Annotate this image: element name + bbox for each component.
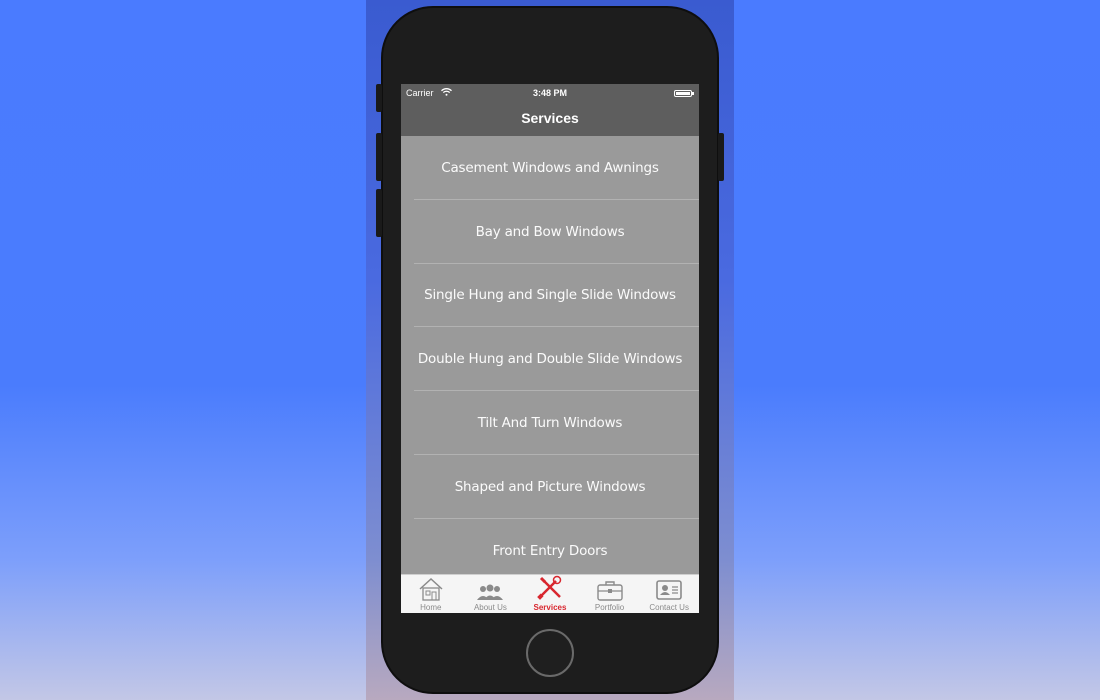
list-item-label: Double Hung and Double Slide Windows [417,351,683,368]
people-icon [461,575,521,601]
list-item-label: Shaped and Picture Windows [454,478,646,495]
home-button[interactable] [526,629,574,677]
list-item[interactable]: Double Hung and Double Slide Windows [401,327,699,391]
list-item[interactable]: Casement Windows and Awnings [401,136,699,200]
tab-services[interactable]: Services [520,575,580,613]
list-item[interactable]: Shaped and Picture Windows [401,455,699,519]
tab-label: Contact Us [649,603,689,612]
tab-label: Home [420,603,442,612]
navigation-bar: Carrier 3:48 PM Services [401,84,699,136]
clock: 3:48 PM [532,88,567,98]
tools-icon [520,575,580,601]
house-icon [401,575,461,601]
tab-portfolio[interactable]: Portfolio [580,575,640,613]
briefcase-icon [580,575,640,601]
battery-icon [674,90,694,97]
list-item-label: Single Hung and Single Slide Windows [424,287,676,304]
contact-card-icon [639,575,699,601]
status-bar: Carrier 3:48 PM [401,87,699,101]
list-item-label: Bay and Bow Windows [475,223,625,240]
services-list: Casement Windows and Awnings Bay and Bow… [401,136,699,574]
tab-label: Services [533,603,567,612]
list-item[interactable]: Single Hung and Single Slide Windows [401,264,699,328]
tab-contact-us[interactable]: Contact Us [639,575,699,613]
tab-about-us[interactable]: About Us [461,575,521,613]
list-item[interactable]: Bay and Bow Windows [401,200,699,264]
tab-bar: Home About Us Services Portfolio Contact… [401,574,699,613]
page-title: Services [521,110,579,126]
app-screen: Carrier 3:48 PM Services Casement Window… [401,84,699,613]
tab-label: Portfolio [594,603,625,612]
list-item-label: Front Entry Doors [492,542,608,559]
tab-home[interactable]: Home [401,575,461,613]
mute-switch [376,84,382,112]
list-item-label: Casement Windows and Awnings [441,159,659,176]
list-item[interactable]: Front Entry Doors [401,519,699,574]
volume-up-button [376,133,382,181]
list-item-label: Tilt And Turn Windows [477,415,623,432]
power-button [718,133,724,181]
volume-down-button [376,189,382,237]
tab-label: About Us [473,603,507,612]
list-item[interactable]: Tilt And Turn Windows [401,391,699,455]
